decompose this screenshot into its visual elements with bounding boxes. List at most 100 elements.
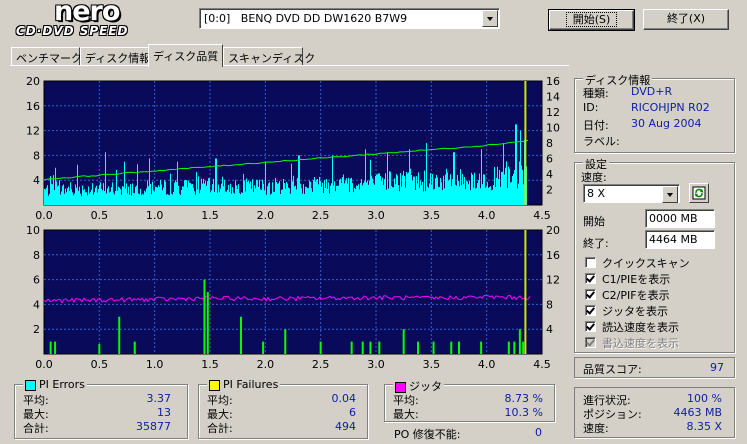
progress-speed-label: 速度: [583,422,609,435]
start-pos-label: 開始 [583,215,605,228]
x-tick-label: 0.0 [35,358,53,371]
checkbox-label-3: ジッタを表示 [602,305,668,318]
quality-score-value: 97 [710,361,724,374]
tab-disc-info[interactable]: ディスク情報 [80,47,150,65]
drive-select[interactable]: [0:0] BENQ DVD DD DW1620 B7W9 [199,8,500,29]
disc-id-label: ID: [583,101,599,114]
checkbox-label-0: クイックスキャン [602,257,690,270]
start-button-label: 開始(S) [565,12,618,27]
y-right-tick-label: 8 [546,298,553,311]
y-right-tick-label: 12 [546,274,560,287]
pi-errors-max: 13 [157,406,171,419]
x-tick-label: 2.0 [257,358,275,371]
end-pos-input[interactable]: 4464 MB [645,230,715,249]
progress-speed-value: 8.35 X [686,420,722,433]
checkbox-3[interactable] [585,305,596,316]
tab-disc-quality[interactable]: ディスク品質 [148,44,223,67]
start-button[interactable]: 開始(S) [548,9,635,31]
disc-date-label: 日付: [583,119,609,132]
pi-failures-avg: 0.04 [331,392,357,405]
jitter-group: ジッタ 平均: 8.73 % 最大: 10.3 % [384,378,555,422]
checkbox-label-5: 書込速度を表示 [602,337,679,350]
y-right-tick-label: 2 [546,184,553,197]
y-right-tick-label: 12 [546,106,560,119]
pi-errors-total: 35877 [136,420,171,433]
x-tick-label: 0.5 [91,358,109,371]
jitter-avg: 8.73 % [504,392,543,405]
end-pos-value: 4464 MB [649,233,698,246]
pi-errors-total-label: 合計: [23,422,49,435]
chevron-down-icon[interactable] [662,186,678,203]
x-tick-label: 3.5 [423,358,441,371]
disc-info-group: ディスク情報 種類: DVD+R ID: RICOHJPN R02 日付: 30… [574,72,735,153]
pi-failures-group: PI Failures 平均: 0.04 最大: 6 合計: 494 [198,378,368,439]
checkbox-label-1: C1/PIEを表示 [602,273,671,286]
pi-failures-total-label: 合計: [207,422,233,435]
po-value: 0 [535,426,542,439]
y-right-tick-label: 16 [546,249,560,262]
pi-failures-swatch [209,379,220,391]
nero-logo: nero CD·DVD SPEED [14,0,184,38]
y-left-tick-label: 8 [33,149,40,162]
y-right-tick-label: 8 [546,137,553,150]
drive-select-value: [0:0] BENQ DVD DD DW1620 B7W9 [204,12,408,25]
y-left-tick-label: 4 [33,174,40,187]
speed-label: 速度: [581,171,607,184]
tab-label: ベンチマーク [16,52,82,65]
x-tick-label: 2.5 [312,209,330,222]
y-right-tick-label: 16 [546,75,560,88]
jitter-max-label: 最大: [393,408,419,421]
start-pos-value: 0000 MB [649,212,698,225]
x-tick-label: 3.0 [367,358,385,371]
start-pos-input[interactable]: 0000 MB [645,209,715,228]
refresh-speed-button[interactable] [689,183,709,203]
pi-failures-max: 6 [349,406,356,419]
x-tick-label: 4.5 [533,358,551,371]
y-right-tick-label: 20 [546,224,560,237]
jitter-max: 10.3 % [504,406,543,419]
pi-error-graph: 0.0 0.5 1.0 1.5 2.0 2.5 3.0 3.5 4.0 4.5 20 16 12 8 4 16… [26,75,560,222]
x-tick-label: 1.5 [201,209,219,222]
disc-date-value: 30 Aug 2004 [631,117,702,130]
disc-type-label: 種類: [583,87,609,100]
po-label: PO 修復不能: [394,428,461,441]
y-left-tick-label: 20 [26,75,40,88]
checkbox-1[interactable] [585,273,596,284]
tab-benchmark[interactable]: ベンチマーク [11,47,82,65]
quality-score-box: 品質スコア: 97 [574,357,735,378]
pi-errors-avg: 3.37 [146,392,172,405]
x-tick-label: 0.0 [35,209,53,222]
x-tick-label: 4.0 [478,209,496,222]
y-right-tick-label: 14 [546,91,560,104]
x-tick-label: 1.0 [146,209,164,222]
y-right-tick-label: 4 [546,323,553,336]
speed-select-value: 8 X [587,187,606,200]
tab-label: ディスク情報 [85,52,151,65]
stop-button[interactable]: 終了(X) [643,9,729,30]
disc-label-label: ラベル: [583,135,620,148]
checkbox-label-4: 読込速度を表示 [602,321,679,334]
y-left-tick-label: 12 [26,125,40,138]
disc-id-value: RICOHJPN R02 [631,101,710,114]
pi-failures-title: PI Failures [207,378,281,391]
pi-errors-swatch [25,379,36,391]
tab-scan-disc[interactable]: スキャンディスク [223,47,315,65]
x-tick-label: 3.0 [367,209,385,222]
x-tick-label: 2.5 [312,358,330,371]
y-left-tick-label: 4 [33,298,40,311]
y-right-tick-label: 6 [546,153,553,166]
tab-label: ディスク品質 [153,50,219,63]
checkbox-2[interactable] [585,289,596,300]
x-tick-label: 4.0 [478,358,496,371]
x-tick-label: 4.5 [533,209,551,222]
checkbox-4[interactable] [585,321,596,332]
checkbox-5 [585,337,596,348]
logo-main-text: nero [54,0,120,27]
refresh-icon [692,186,706,200]
y-left-tick-label: 2 [33,323,40,336]
checkbox-0[interactable] [585,257,596,268]
progress-status-value: 100 % [687,392,722,405]
tab-label: スキャンディスク [228,52,316,65]
chevron-down-icon[interactable] [482,10,498,27]
speed-select[interactable]: 8 X [583,184,680,203]
